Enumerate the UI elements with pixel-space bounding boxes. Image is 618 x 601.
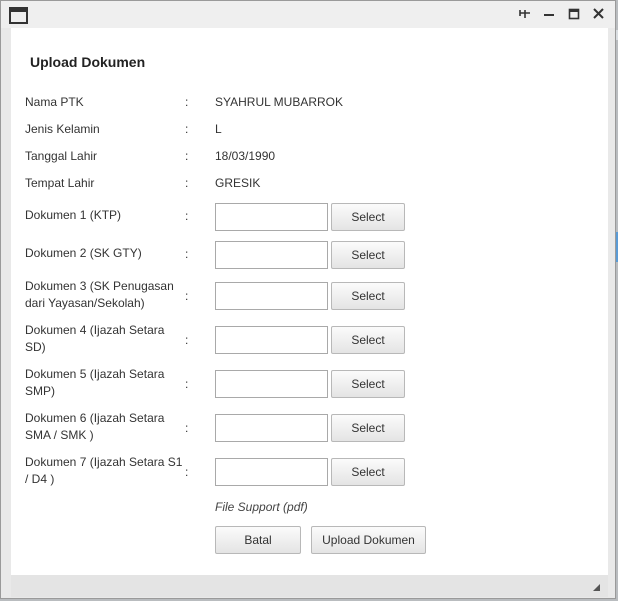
file-support-hint: File Support (pdf) (215, 500, 308, 514)
colon: : (185, 209, 189, 223)
colon: : (185, 377, 189, 391)
colon: : (185, 333, 189, 347)
label-dokumen-2: Dokumen 2 (SK GTY) (25, 246, 142, 260)
label-dokumen-7: Dokumen 7 (Ijazah Setara S1 / D4 ) (25, 455, 183, 486)
file-input-dokumen-6[interactable] (215, 414, 328, 442)
upload-dialog-window: Upload Dokumen Nama PTK : SYAHRUL MUBARR… (0, 0, 616, 599)
label-dokumen-6: Dokumen 6 (Ijazah Setara SMA / SMK ) (25, 411, 165, 442)
title-bar[interactable] (1, 1, 615, 28)
label-nama-ptk: Nama PTK (25, 95, 84, 109)
colon: : (185, 421, 189, 435)
select-button-dokumen-4[interactable]: Select (331, 326, 405, 354)
file-input-dokumen-7[interactable] (215, 458, 328, 486)
resize-grip-icon[interactable] (593, 584, 600, 591)
value-nama-ptk: SYAHRUL MUBARROK (215, 95, 344, 109)
colon: : (185, 247, 189, 261)
select-button-dokumen-1[interactable]: Select (331, 203, 405, 231)
label-jenis-kelamin: Jenis Kelamin (25, 122, 100, 136)
minimize-icon[interactable] (539, 5, 559, 23)
close-icon[interactable] (589, 5, 609, 23)
colon: : (185, 95, 189, 109)
colon: : (185, 149, 189, 163)
value-tanggal-lahir: 18/03/1990 (215, 149, 276, 163)
upload-button[interactable]: Upload Dokumen (311, 526, 426, 554)
colon: : (185, 465, 189, 479)
maximize-icon[interactable] (564, 5, 584, 23)
select-button-dokumen-5[interactable]: Select (331, 370, 405, 398)
label-dokumen-3: Dokumen 3 (SK Penugasan dari Yayasan/Sek… (25, 279, 174, 310)
label-dokumen-1: Dokumen 1 (KTP) (25, 208, 122, 222)
value-jenis-kelamin: L (215, 122, 222, 136)
select-button-dokumen-6[interactable]: Select (331, 414, 405, 442)
colon: : (185, 289, 189, 303)
window-icon (9, 7, 28, 24)
colon: : (185, 122, 189, 136)
select-button-dokumen-3[interactable]: Select (331, 282, 405, 310)
colon: : (185, 176, 189, 190)
label-dokumen-4: Dokumen 4 (Ijazah Setara SD) (25, 323, 165, 354)
label-dokumen-5: Dokumen 5 (Ijazah Setara SMP) (25, 367, 165, 398)
select-button-dokumen-2[interactable]: Select (331, 241, 405, 269)
file-input-dokumen-3[interactable] (215, 282, 328, 310)
label-tempat-lahir: Tempat Lahir (25, 176, 95, 190)
file-input-dokumen-4[interactable] (215, 326, 328, 354)
cancel-button[interactable]: Batal (215, 526, 301, 554)
status-bar (11, 575, 608, 597)
value-tempat-lahir: GRESIK (215, 176, 261, 190)
pin-icon[interactable] (516, 5, 536, 23)
file-input-dokumen-5[interactable] (215, 370, 328, 398)
file-input-dokumen-1[interactable] (215, 203, 328, 231)
label-tanggal-lahir: Tanggal Lahir (25, 149, 98, 163)
dialog-title: Upload Dokumen (30, 54, 146, 70)
file-input-dokumen-2[interactable] (215, 241, 328, 269)
select-button-dokumen-7[interactable]: Select (331, 458, 405, 486)
dialog-content: Upload Dokumen Nama PTK : SYAHRUL MUBARR… (11, 28, 608, 575)
